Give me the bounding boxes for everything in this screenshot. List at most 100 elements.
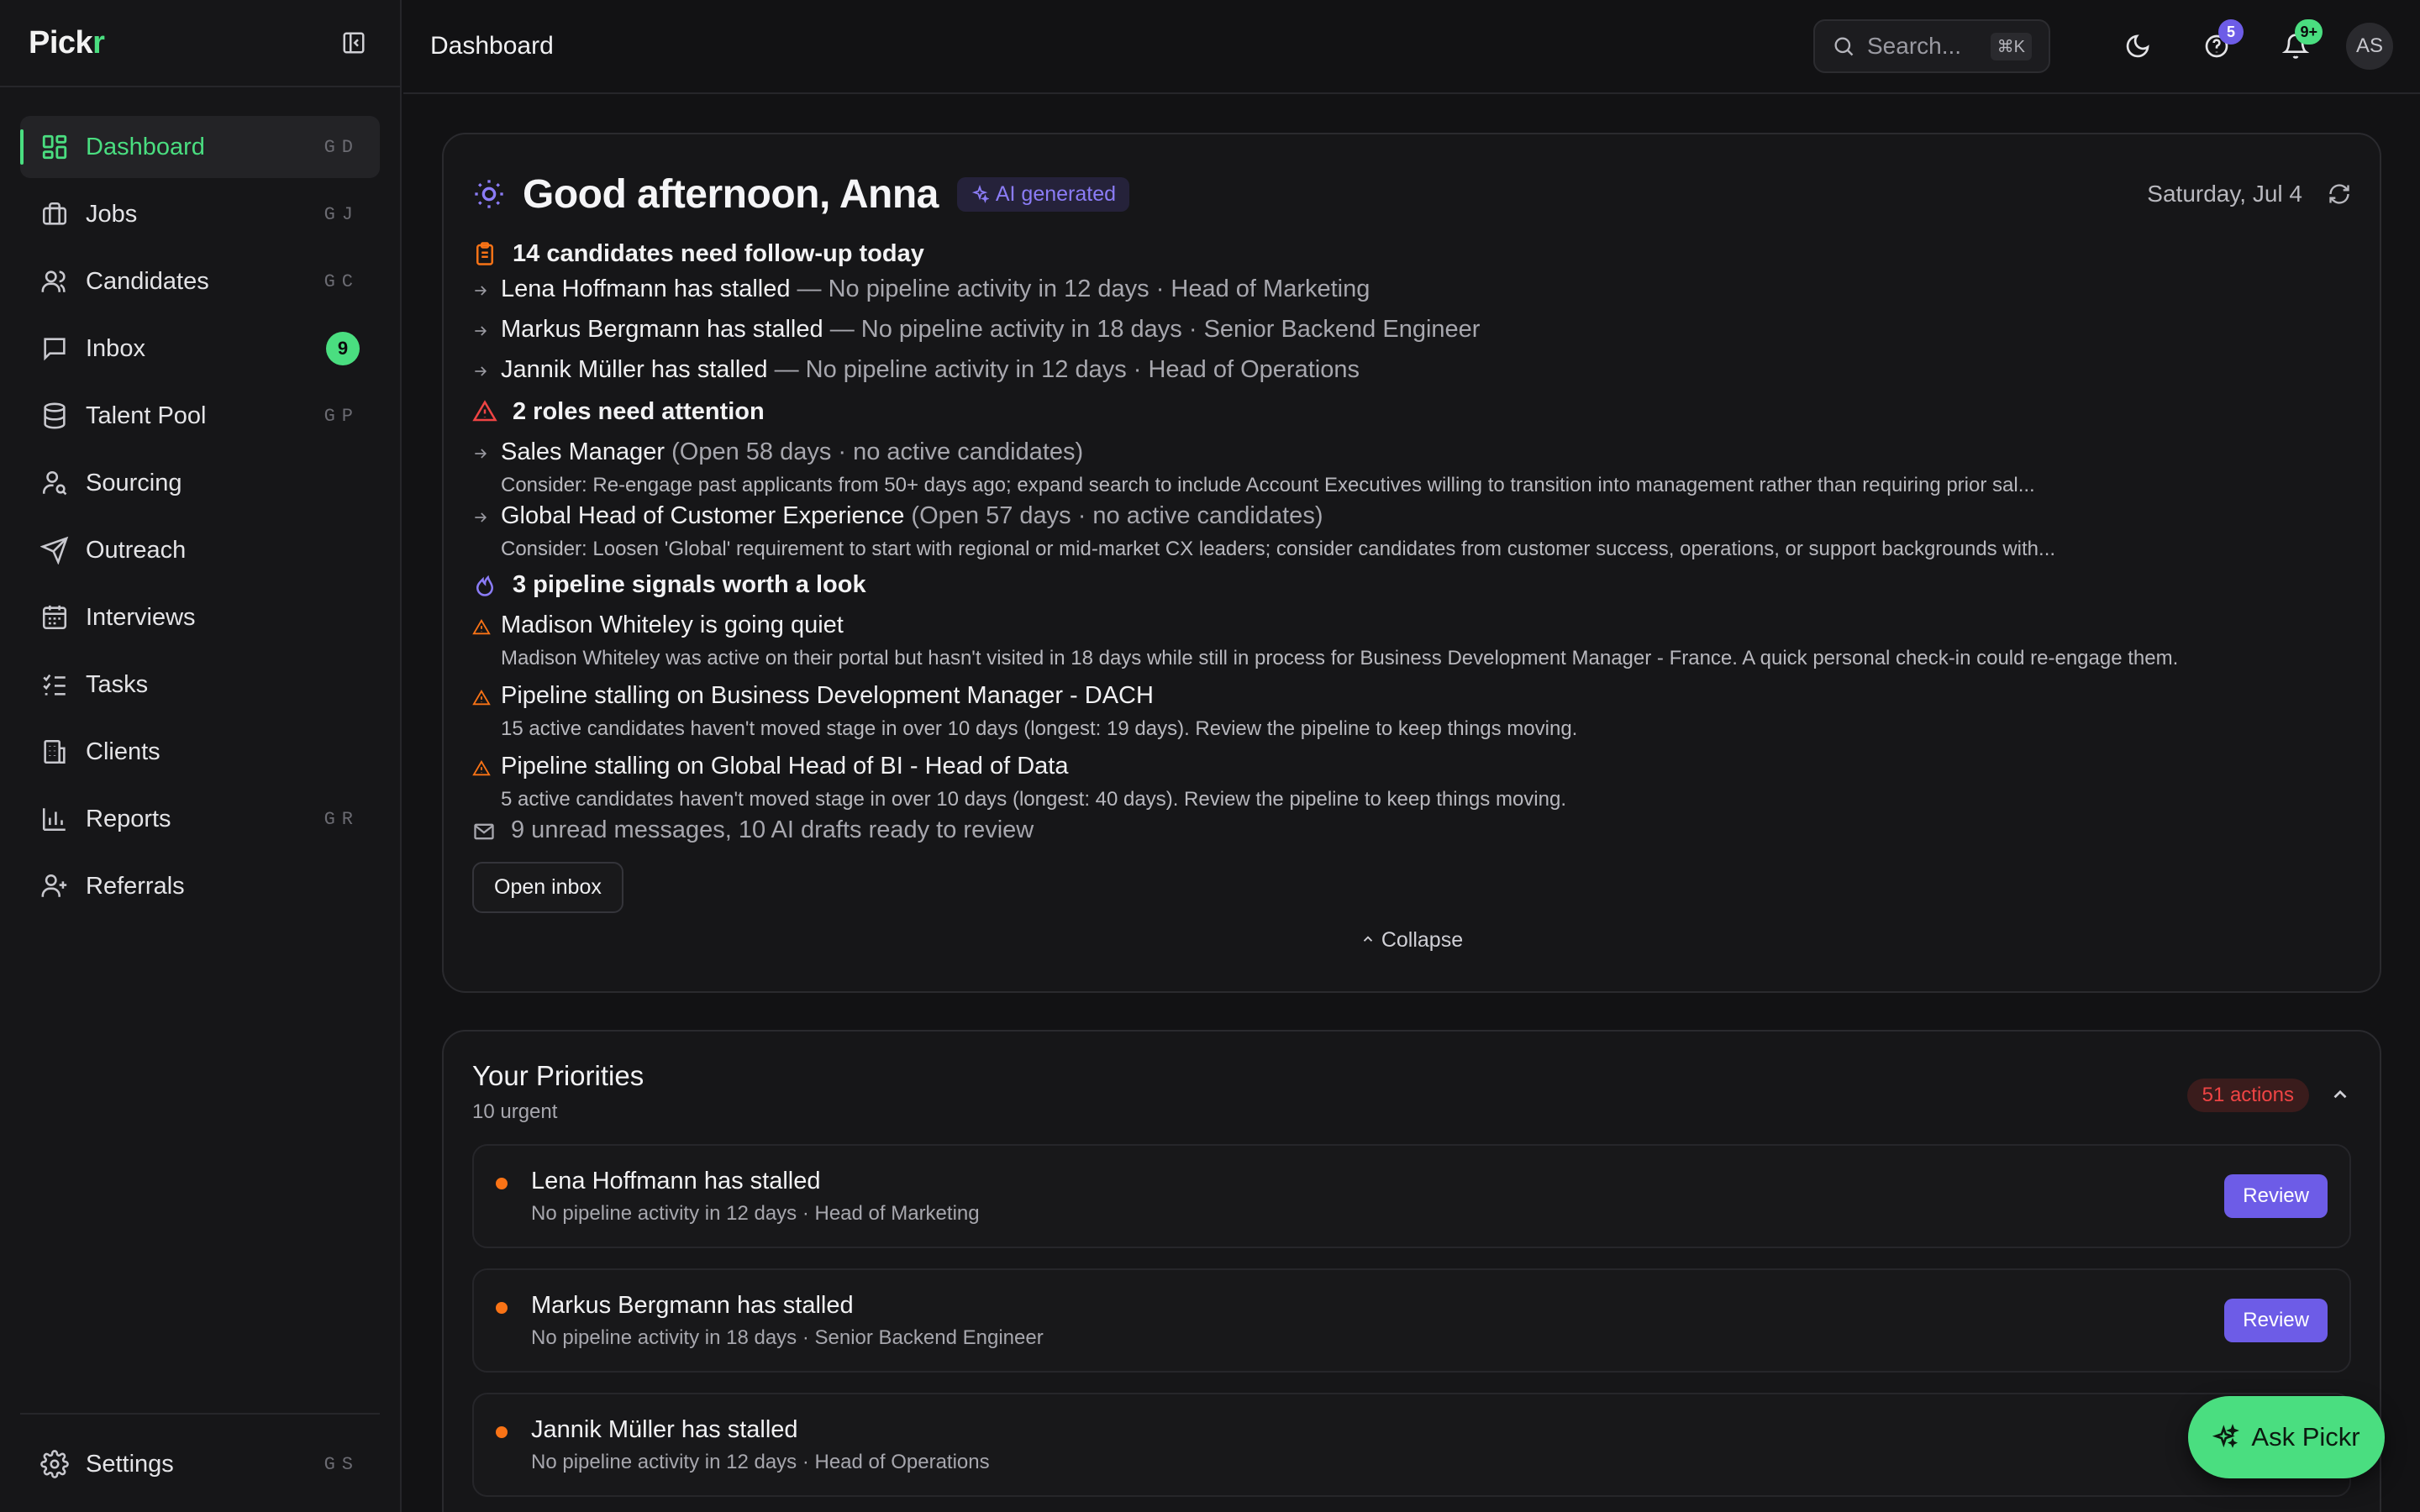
notifications-count-badge: 9+ xyxy=(2295,19,2323,45)
sidebar-item-tasks[interactable]: Tasks xyxy=(20,654,380,716)
priority-item[interactable]: Jannik Müller has stalled No pipeline ac… xyxy=(472,1393,2351,1497)
sidebar-item-label: Reports xyxy=(86,805,171,832)
signal-item-note: Madison Whiteley was active on their por… xyxy=(501,647,2179,669)
signal-item[interactable]: Pipeline stalling on Business Developmen… xyxy=(472,682,2351,719)
avatar[interactable]: AS xyxy=(2346,23,2393,70)
review-button[interactable]: Review xyxy=(2224,1174,2328,1218)
signal-item[interactable]: Pipeline stalling on Global Head of BI -… xyxy=(472,753,2351,790)
priorities-subtitle: 10 urgent xyxy=(472,1100,558,1123)
main-nav: Dashboard GD Jobs GJ Candidates GC Inbox… xyxy=(0,87,400,917)
followup-heading: 14 candidates need follow-up today xyxy=(472,235,2351,272)
followup-item-detail: — No pipeline activity in 12 days · Head… xyxy=(767,356,1360,383)
sidebar-item-label: Jobs xyxy=(86,200,138,228)
roles-heading: 2 roles need attention xyxy=(472,393,2351,430)
bar-chart-icon xyxy=(40,805,69,833)
sidebar-item-settings[interactable]: Settings GS xyxy=(20,1433,380,1495)
sidebar-item-sourcing[interactable]: Sourcing xyxy=(20,452,380,514)
flame-icon xyxy=(472,572,501,597)
refresh-icon[interactable] xyxy=(2328,182,2351,206)
signal-item-main: Pipeline stalling on Global Head of BI -… xyxy=(501,753,1069,780)
followup-item-main: Lena Hoffmann has stalled xyxy=(501,276,791,302)
briefing-date: Saturday, Jul 4 xyxy=(2147,181,2302,207)
greeting-row: Good afternoon, Anna AI generated Saturd… xyxy=(472,165,2351,223)
sidebar-item-talent-pool[interactable]: Talent Pool GP xyxy=(20,385,380,447)
sidebar-item-label: Talent Pool xyxy=(86,402,207,429)
sidebar-item-label: Candidates xyxy=(86,267,209,295)
dashboard-icon xyxy=(40,133,69,161)
collapse-label: Collapse xyxy=(1381,928,1464,952)
greeting-heading: Good afternoon, Anna xyxy=(523,171,939,217)
database-icon xyxy=(40,402,69,430)
warning-icon xyxy=(472,682,501,707)
followup-item[interactable]: Lena Hoffmann has stalled — No pipeline … xyxy=(472,276,2351,312)
priority-item-title: Jannik Müller has stalled xyxy=(531,1415,798,1443)
role-item[interactable]: Global Head of Customer Experience (Open… xyxy=(472,502,2351,539)
followup-item-detail: — No pipeline activity in 18 days · Seni… xyxy=(823,316,1481,343)
gear-icon xyxy=(40,1450,69,1478)
followup-item-main: Jannik Müller has stalled xyxy=(501,356,768,383)
arrow-right-icon xyxy=(472,316,501,339)
chevron-up-icon[interactable] xyxy=(2329,1084,2351,1105)
help-count-badge: 5 xyxy=(2218,19,2244,45)
notifications-button[interactable]: 9+ xyxy=(2270,19,2323,71)
priorities-card: Your Priorities 10 urgent 51 actions Len… xyxy=(442,1030,2381,1512)
sidebar-item-clients[interactable]: Clients xyxy=(20,721,380,783)
warning-icon xyxy=(472,399,501,424)
sidebar-item-interviews[interactable]: Interviews xyxy=(20,586,380,648)
signal-item-main: Pipeline stalling on Business Developmen… xyxy=(501,682,1154,709)
sidebar-item-referrals[interactable]: Referrals xyxy=(20,855,380,917)
role-item[interactable]: Sales Manager (Open 58 days · no active … xyxy=(472,438,2351,475)
message-icon xyxy=(40,334,69,363)
ai-generated-badge: AI generated xyxy=(956,176,1130,212)
messages-summary-text: 9 unread messages, 10 AI drafts ready to… xyxy=(511,816,1034,843)
sidebar-item-inbox[interactable]: Inbox 9 xyxy=(20,318,380,380)
ask-pickr-button[interactable]: Ask Pickr xyxy=(2188,1396,2385,1478)
priorities-header: Your Priorities 10 urgent 51 actions xyxy=(472,1060,2351,1124)
review-button[interactable]: Review xyxy=(2224,1299,2328,1342)
sidebar-item-label: Outreach xyxy=(86,536,187,564)
user-plus-icon xyxy=(40,872,69,900)
search-shortcut: ⌘K xyxy=(1990,32,2032,60)
urgency-dot xyxy=(496,1178,508,1189)
warning-icon xyxy=(472,612,501,637)
actions-count-badge: 51 actions xyxy=(2186,1079,2309,1112)
help-button[interactable]: 5 xyxy=(2191,19,2244,71)
app-logo[interactable]: Pickr xyxy=(29,24,105,61)
logo-row: Pickr xyxy=(0,0,400,87)
followup-item-detail: — No pipeline activity in 12 days · Head… xyxy=(790,276,1370,302)
theme-toggle-button[interactable] xyxy=(2112,21,2163,71)
followup-item[interactable]: Markus Bergmann has stalled — No pipelin… xyxy=(472,316,2351,353)
priority-item[interactable]: Lena Hoffmann has stalled No pipeline ac… xyxy=(472,1144,2351,1248)
briefcase-icon xyxy=(40,200,69,228)
signals-heading: 3 pipeline signals worth a look xyxy=(472,566,2351,603)
shortcut-hint: GC xyxy=(324,270,360,292)
top-bar-actions: Search... ⌘K 5 9+ AS xyxy=(1813,19,2393,73)
page-title: Dashboard xyxy=(430,32,554,60)
mail-icon xyxy=(472,816,501,843)
open-inbox-button[interactable]: Open inbox xyxy=(472,862,623,913)
collapse-sidebar-button[interactable] xyxy=(336,25,371,60)
sidebar-item-jobs[interactable]: Jobs GJ xyxy=(20,183,380,245)
followup-item[interactable]: Jannik Müller has stalled — No pipeline … xyxy=(472,356,2351,393)
role-item-main: Global Head of Customer Experience xyxy=(501,502,905,529)
sidebar-item-label: Dashboard xyxy=(86,133,205,160)
sidebar-item-label: Settings xyxy=(86,1450,174,1478)
priority-item[interactable]: Markus Bergmann has stalled No pipeline … xyxy=(472,1268,2351,1373)
sidebar-item-label: Interviews xyxy=(86,603,196,631)
search-input[interactable]: Search... ⌘K xyxy=(1813,19,2050,73)
sidebar-item-reports[interactable]: Reports GR xyxy=(20,788,380,850)
priority-item-title: Lena Hoffmann has stalled xyxy=(531,1167,821,1194)
clipboard-icon xyxy=(472,241,501,266)
messages-summary: 9 unread messages, 10 AI drafts ready to… xyxy=(472,816,2351,853)
sidebar-item-candidates[interactable]: Candidates GC xyxy=(20,250,380,312)
moon-icon xyxy=(2126,34,2149,58)
collapse-briefing-button[interactable]: Collapse xyxy=(472,928,2351,953)
logo-text: Pick xyxy=(29,24,93,60)
role-item-note: Consider: Loosen 'Global' requirement to… xyxy=(501,538,2056,560)
signal-item[interactable]: Madison Whiteley is going quiet xyxy=(472,612,2351,648)
sidebar-item-outreach[interactable]: Outreach xyxy=(20,519,380,581)
signal-item-note: 5 active candidates haven't moved stage … xyxy=(501,788,1566,811)
sidebar-item-label: Referrals xyxy=(86,872,185,900)
sidebar-item-dashboard[interactable]: Dashboard GD xyxy=(20,116,380,178)
search-icon xyxy=(1834,37,1854,56)
